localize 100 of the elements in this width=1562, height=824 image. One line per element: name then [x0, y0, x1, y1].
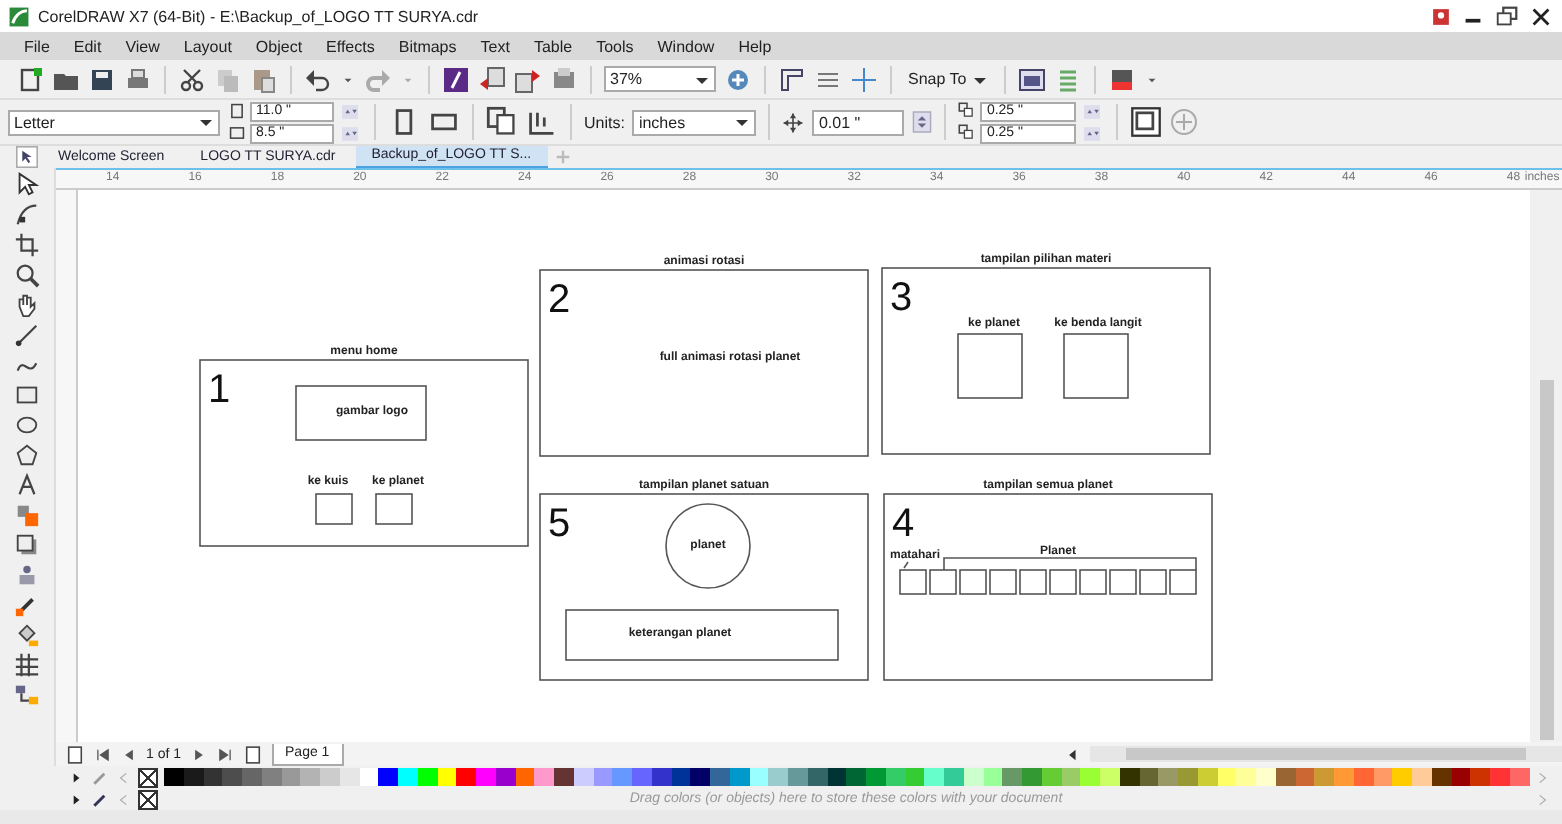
menu-item[interactable]: Bitmaps [398, 37, 457, 55]
color-swatch[interactable] [456, 768, 476, 786]
color-swatch[interactable] [1236, 768, 1256, 786]
color-swatch[interactable] [788, 768, 808, 786]
color-swatch[interactable] [437, 768, 457, 786]
color-swatch[interactable] [1100, 768, 1120, 786]
color-swatch[interactable] [1451, 768, 1471, 786]
new-document-icon[interactable] [16, 65, 44, 93]
menu-item[interactable]: File [24, 37, 50, 55]
ellipse-icon[interactable] [14, 412, 40, 438]
color-swatch[interactable] [359, 768, 379, 786]
person-shapes-icon[interactable] [14, 562, 40, 588]
scissors-icon[interactable] [178, 65, 206, 93]
color-swatch[interactable] [983, 768, 1003, 786]
arrow-cursor-icon[interactable] [14, 172, 40, 198]
color-swatch[interactable] [729, 768, 749, 786]
cursor-tool-icon[interactable] [16, 146, 38, 168]
spinner-icon[interactable] [1080, 103, 1105, 119]
no-color-swatch[interactable] [138, 767, 158, 787]
menu-item[interactable]: Object [255, 37, 303, 55]
menu-item[interactable]: Window [657, 37, 715, 55]
close-icon[interactable] [1528, 3, 1554, 29]
color-swatch[interactable] [632, 768, 652, 786]
node-edit-icon[interactable] [14, 202, 40, 228]
color-swatch[interactable] [1314, 768, 1334, 786]
color-swatch-icon[interactable] [1108, 65, 1137, 93]
color-swatch[interactable] [281, 768, 301, 786]
add-page-icon[interactable] [64, 743, 86, 765]
color-swatch[interactable] [339, 768, 359, 786]
color-swatch[interactable] [1509, 768, 1529, 786]
spinner-icon[interactable] [338, 125, 362, 141]
no-color-swatch[interactable] [138, 789, 158, 809]
frame-icon[interactable] [1130, 106, 1163, 138]
color-swatch[interactable] [690, 768, 710, 786]
page-size-dropdown[interactable]: Letter [8, 109, 220, 135]
color-swatch[interactable] [1061, 768, 1081, 786]
color-swatch[interactable] [398, 768, 418, 786]
redo-icon[interactable] [364, 65, 392, 93]
color-swatch[interactable] [1431, 768, 1451, 786]
color-swatch[interactable] [651, 768, 671, 786]
menu-item[interactable]: Tools [596, 37, 634, 55]
color-swatch[interactable] [534, 768, 554, 786]
save-icon[interactable] [88, 65, 116, 93]
menu-item[interactable]: Edit [73, 37, 102, 55]
color-swatch[interactable] [1490, 768, 1510, 786]
export-icon[interactable] [514, 65, 542, 93]
crop-icon[interactable] [14, 232, 40, 258]
document-stack-icon[interactable] [550, 65, 578, 93]
color-swatch[interactable] [1041, 768, 1061, 786]
color-swatch[interactable] [1392, 768, 1412, 786]
menu-item[interactable]: Help [738, 37, 772, 55]
color-swatch[interactable] [417, 768, 437, 786]
add-page-icon[interactable] [241, 743, 264, 765]
hand-icon[interactable] [14, 292, 40, 318]
color-swatch[interactable] [1178, 768, 1198, 786]
rectangle-icon[interactable] [14, 382, 40, 408]
color-swatch[interactable] [320, 768, 340, 786]
color-swatch[interactable] [1022, 768, 1042, 786]
first-page-icon[interactable] [94, 745, 112, 763]
color-swatch[interactable] [593, 768, 613, 786]
color-swatch[interactable] [183, 768, 203, 786]
import-icon[interactable] [478, 65, 506, 93]
pages-icon[interactable] [486, 106, 518, 138]
new-tab-icon[interactable] [551, 146, 574, 168]
color-swatch[interactable] [1373, 768, 1393, 786]
menu-item[interactable]: Effects [326, 37, 375, 55]
color-swatch[interactable] [1119, 768, 1139, 786]
color-swatch[interactable] [1470, 768, 1490, 786]
color-swatch[interactable] [1197, 768, 1217, 786]
menu-item[interactable]: Layout [183, 37, 232, 55]
color-swatch[interactable] [222, 768, 242, 786]
drop-shadow-icon[interactable] [14, 532, 40, 558]
color-swatch[interactable] [885, 768, 905, 786]
line-icon[interactable] [14, 322, 40, 348]
color-swatch[interactable] [866, 768, 886, 786]
last-page-icon[interactable] [215, 745, 234, 763]
fill-bucket-icon[interactable] [14, 622, 40, 648]
menu-item[interactable]: Text [480, 37, 510, 55]
color-swatch[interactable] [905, 768, 925, 786]
color-swatch[interactable] [495, 768, 515, 786]
color-swatch[interactable] [944, 768, 964, 786]
snap-to-button[interactable]: Snap To [904, 70, 993, 88]
color-swatch[interactable] [1275, 768, 1295, 786]
color-swatch[interactable] [1080, 768, 1100, 786]
color-swatch[interactable] [749, 768, 769, 786]
undo-icon[interactable] [304, 65, 332, 93]
spinner-icon[interactable] [912, 108, 933, 136]
color-swatch[interactable] [768, 768, 788, 786]
printer-icon[interactable] [124, 65, 152, 93]
connector-icon[interactable] [14, 682, 40, 708]
slash-tile-icon[interactable] [442, 65, 470, 93]
spinner-icon[interactable] [338, 103, 362, 119]
color-swatch[interactable] [573, 768, 593, 786]
polygon-icon[interactable] [14, 442, 40, 468]
color-swatch[interactable] [807, 768, 827, 786]
color-fill-icon[interactable] [14, 502, 40, 528]
menu-item[interactable]: View [125, 37, 160, 55]
color-swatch[interactable] [671, 768, 691, 786]
color-swatch[interactable] [827, 768, 847, 786]
paste-icon[interactable] [250, 65, 278, 93]
